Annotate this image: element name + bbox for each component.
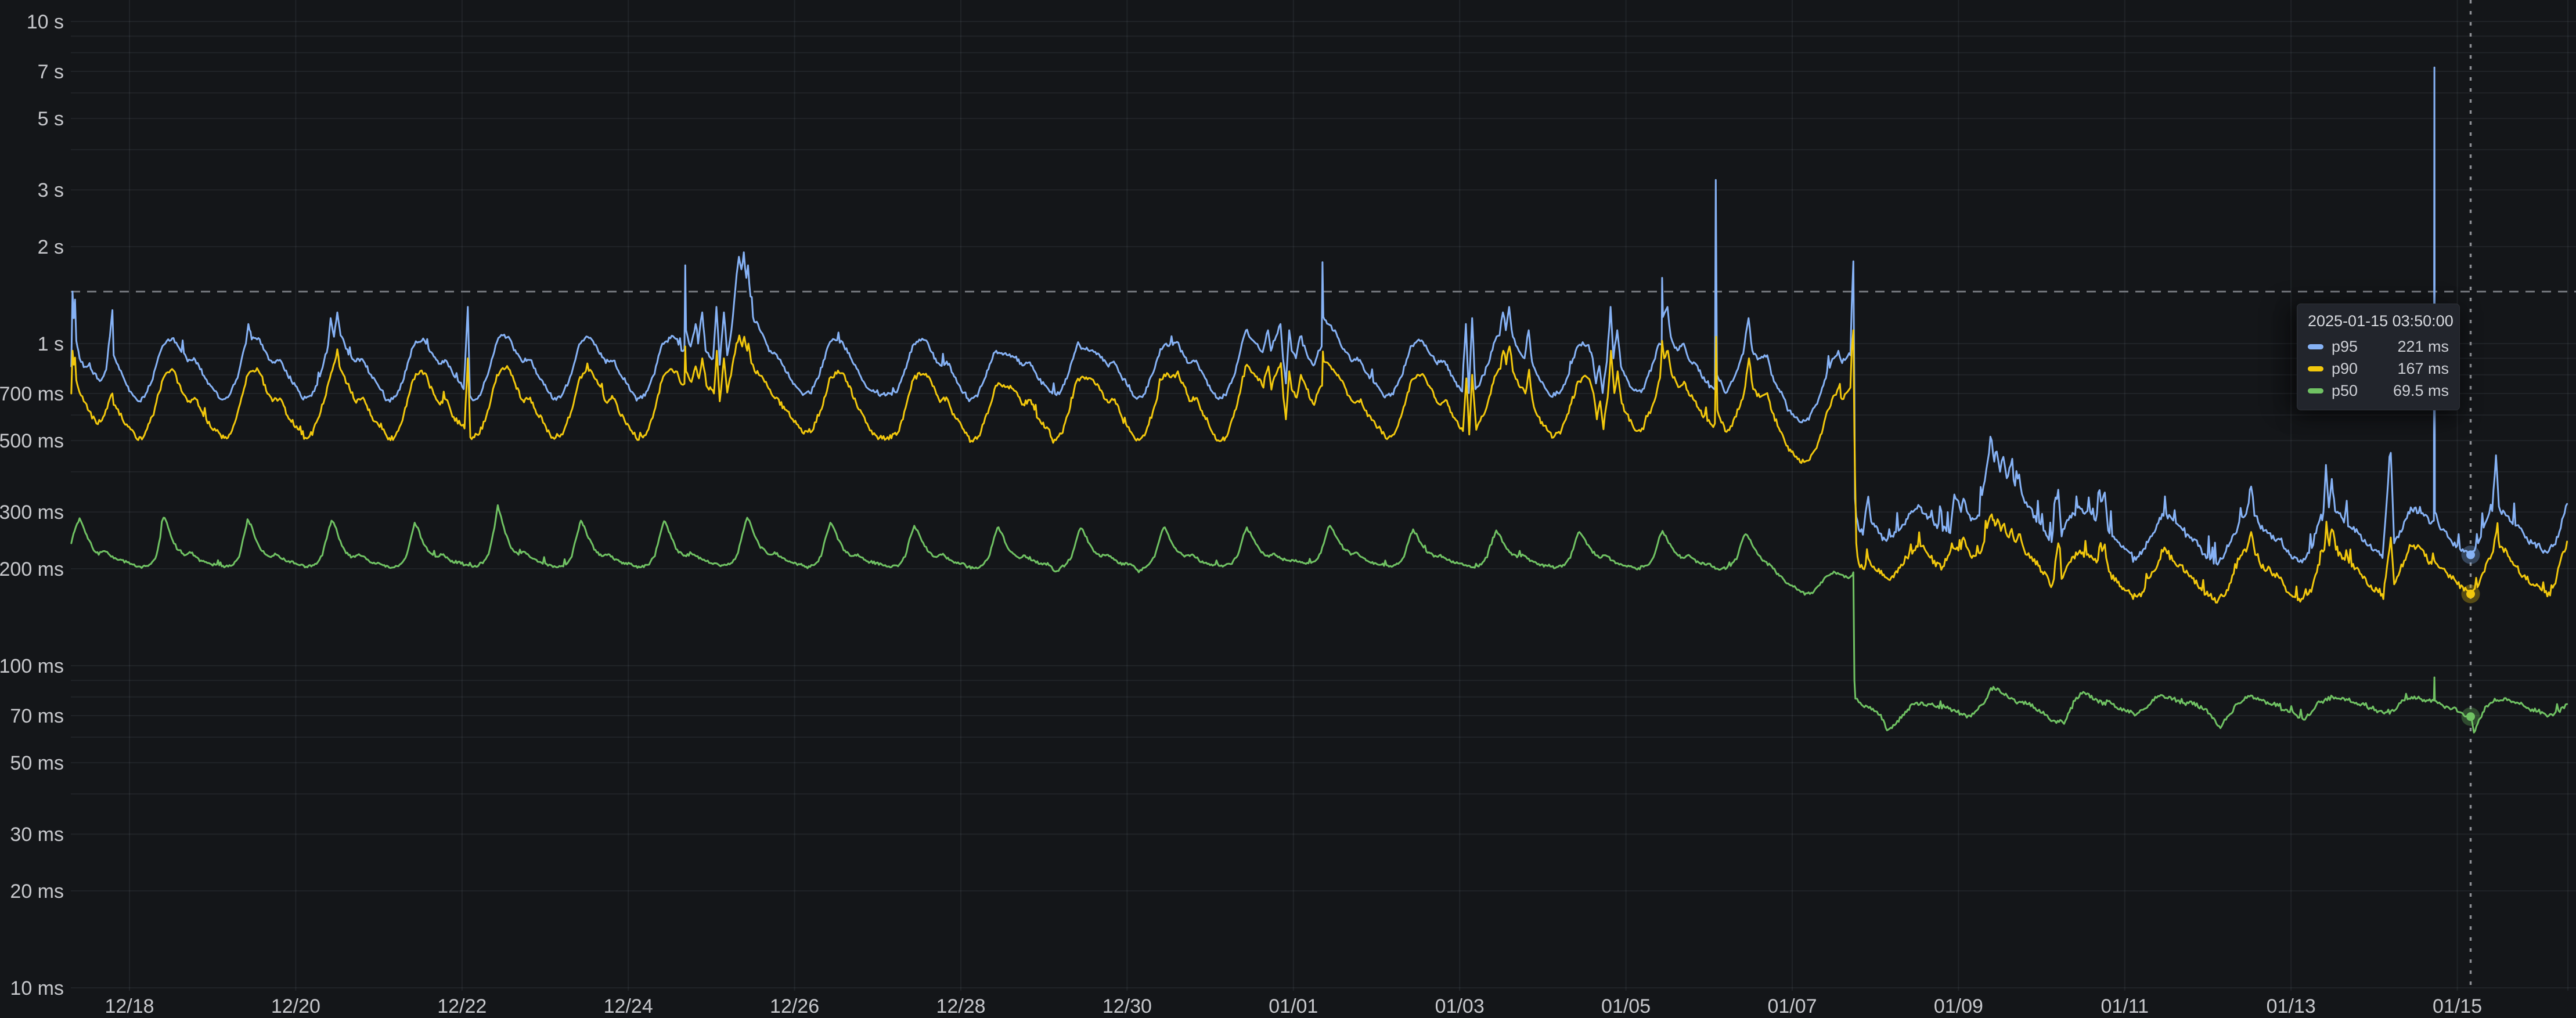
tooltip-timestamp: 2025-01-15 03:50:00 <box>2308 312 2449 330</box>
tooltip-row-p50: p50 69.5 ms <box>2308 380 2449 402</box>
p50-series-color-swatch-icon <box>2308 388 2323 394</box>
tooltip-series-label-p95: p95 <box>2332 337 2378 356</box>
y-tick-label: 20 ms <box>10 880 64 903</box>
hover-tooltip: 2025-01-15 03:50:00 p95 221 ms p90 167 m… <box>2297 304 2460 410</box>
x-tick-label: 01/09 <box>1934 995 1983 1017</box>
y-tick-label: 2 s <box>38 236 64 258</box>
y-tick-label: 70 ms <box>10 705 64 727</box>
y-tick-label: 3 s <box>38 179 64 201</box>
crosshair-point-p90 <box>2466 590 2475 598</box>
x-tick-label: 12/20 <box>271 995 320 1017</box>
x-tick-label: 12/28 <box>936 995 985 1017</box>
tooltip-row-p95: p95 221 ms <box>2308 335 2449 358</box>
x-tick-label: 12/18 <box>105 995 154 1017</box>
x-tick-label: 12/26 <box>770 995 819 1017</box>
x-tick-label: 12/24 <box>604 995 653 1017</box>
crosshair-point-p50 <box>2466 712 2475 721</box>
p90-series-color-swatch-icon <box>2308 366 2323 371</box>
series-p95-line <box>71 67 2567 565</box>
x-axis-labels: 12/18 12/20 12/22 12/24 12/26 12/28 12/30 01/01… <box>105 995 2482 1017</box>
latency-timeseries-chart[interactable]: 10 s 7 s 5 s 3 s 2 s 1 s 700 ms 500 ms 300 ms 200… <box>0 0 2576 1018</box>
p95-series-color-swatch-icon <box>2308 344 2323 349</box>
y-gridlines <box>71 21 2576 988</box>
tooltip-series-label-p90: p90 <box>2332 359 2378 378</box>
y-tick-label: 300 ms <box>0 501 64 524</box>
y-axis-labels: 10 s 7 s 5 s 3 s 2 s 1 s 700 ms 500 ms 300 ms 200… <box>0 11 64 999</box>
tooltip-series-value-p50: 69.5 ms <box>2393 381 2449 400</box>
x-tick-label: 01/05 <box>1601 995 1651 1017</box>
y-tick-label: 10 ms <box>10 977 64 999</box>
y-tick-label: 100 ms <box>0 655 64 677</box>
y-tick-label: 5 s <box>38 108 64 130</box>
y-tick-label: 1 s <box>38 333 64 355</box>
tooltip-series-value-p90: 167 ms <box>2397 359 2449 378</box>
x-tick-label: 01/07 <box>1767 995 1817 1017</box>
tooltip-row-p90: p90 167 ms <box>2308 358 2449 380</box>
y-tick-label: 10 s <box>27 11 64 33</box>
x-tick-label: 01/15 <box>2433 995 2482 1017</box>
y-tick-label: 7 s <box>38 61 64 83</box>
y-tick-label: 200 ms <box>0 558 64 580</box>
y-tick-label: 500 ms <box>0 430 64 452</box>
y-tick-label: 30 ms <box>10 824 64 846</box>
x-tick-label: 01/13 <box>2267 995 2316 1017</box>
series-lines <box>71 67 2567 732</box>
series-p90-line <box>71 330 2567 602</box>
x-tick-label: 01/11 <box>2101 995 2149 1017</box>
y-tick-label: 50 ms <box>10 752 64 774</box>
y-tick-label: 700 ms <box>0 383 64 405</box>
x-tick-label: 01/01 <box>1269 995 1318 1017</box>
grafana-panel: 10 s 7 s 5 s 3 s 2 s 1 s 700 ms 500 ms 300 ms 200… <box>0 0 2576 1018</box>
x-tick-label: 12/30 <box>1103 995 1152 1017</box>
crosshair-point-p95 <box>2466 550 2475 559</box>
tooltip-series-value-p95: 221 ms <box>2397 337 2449 356</box>
x-tick-label: 12/22 <box>437 995 487 1017</box>
tooltip-series-label-p50: p50 <box>2332 381 2378 400</box>
x-tick-label: 01/03 <box>1435 995 1485 1017</box>
x-gridlines <box>129 0 2568 991</box>
crosshair-hover-points <box>2462 546 2480 726</box>
